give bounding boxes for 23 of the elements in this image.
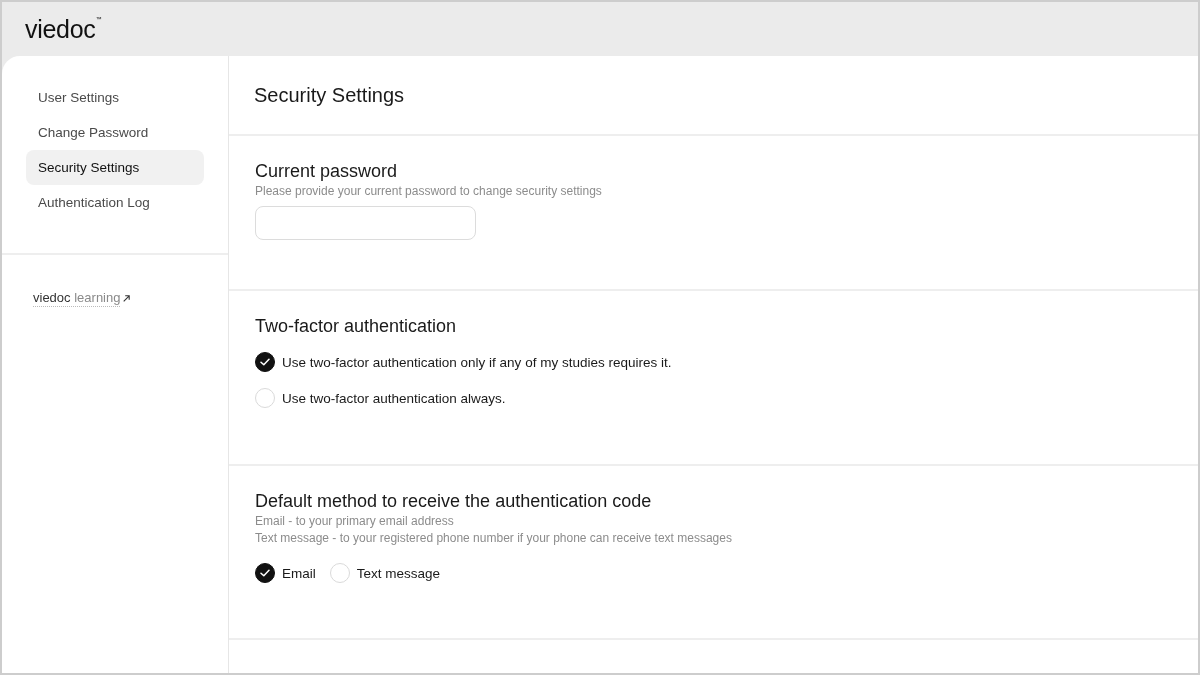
field-description: Text message - to your registered phone number if your phone can receive text messages <box>255 530 732 547</box>
learning-link[interactable]: viedoc learning <box>33 290 121 307</box>
radio-option[interactable]: Use two-factor authentication only if any of my studies requires it. <box>255 350 672 374</box>
radio-option[interactable]: Text message <box>329 561 441 585</box>
radio-option[interactable]: Email <box>255 561 316 585</box>
section-title: Two-factor authentication <box>255 315 457 337</box>
section-title: Current password <box>255 160 398 182</box>
sidebar-item[interactable]: User Settings <box>26 80 204 115</box>
sidebar-item[interactable]: Authentication Log <box>26 185 204 220</box>
sidebar-item[interactable]: Change Password <box>26 115 204 150</box>
password-field[interactable] <box>255 206 476 240</box>
radio-option[interactable]: Use two-factor authentication always. <box>255 386 506 410</box>
checked-radio-icon[interactable] <box>255 352 275 372</box>
field-description: Email - to your primary email address <box>255 513 454 530</box>
field-description: Please provide your current password to change security settings <box>255 183 602 200</box>
external-link-icon <box>123 295 131 302</box>
radio-icon[interactable] <box>329 563 350 583</box>
logo: viedoc$^{™}$ <box>25 16 102 42</box>
section-title: Default method to receive the authentication code <box>255 490 652 512</box>
radio-icon[interactable] <box>255 388 275 408</box>
checked-radio-icon[interactable] <box>255 563 275 583</box>
sidebar-item[interactable]: Security Settings <box>26 150 204 185</box>
page-title: Security Settings <box>254 83 405 107</box>
